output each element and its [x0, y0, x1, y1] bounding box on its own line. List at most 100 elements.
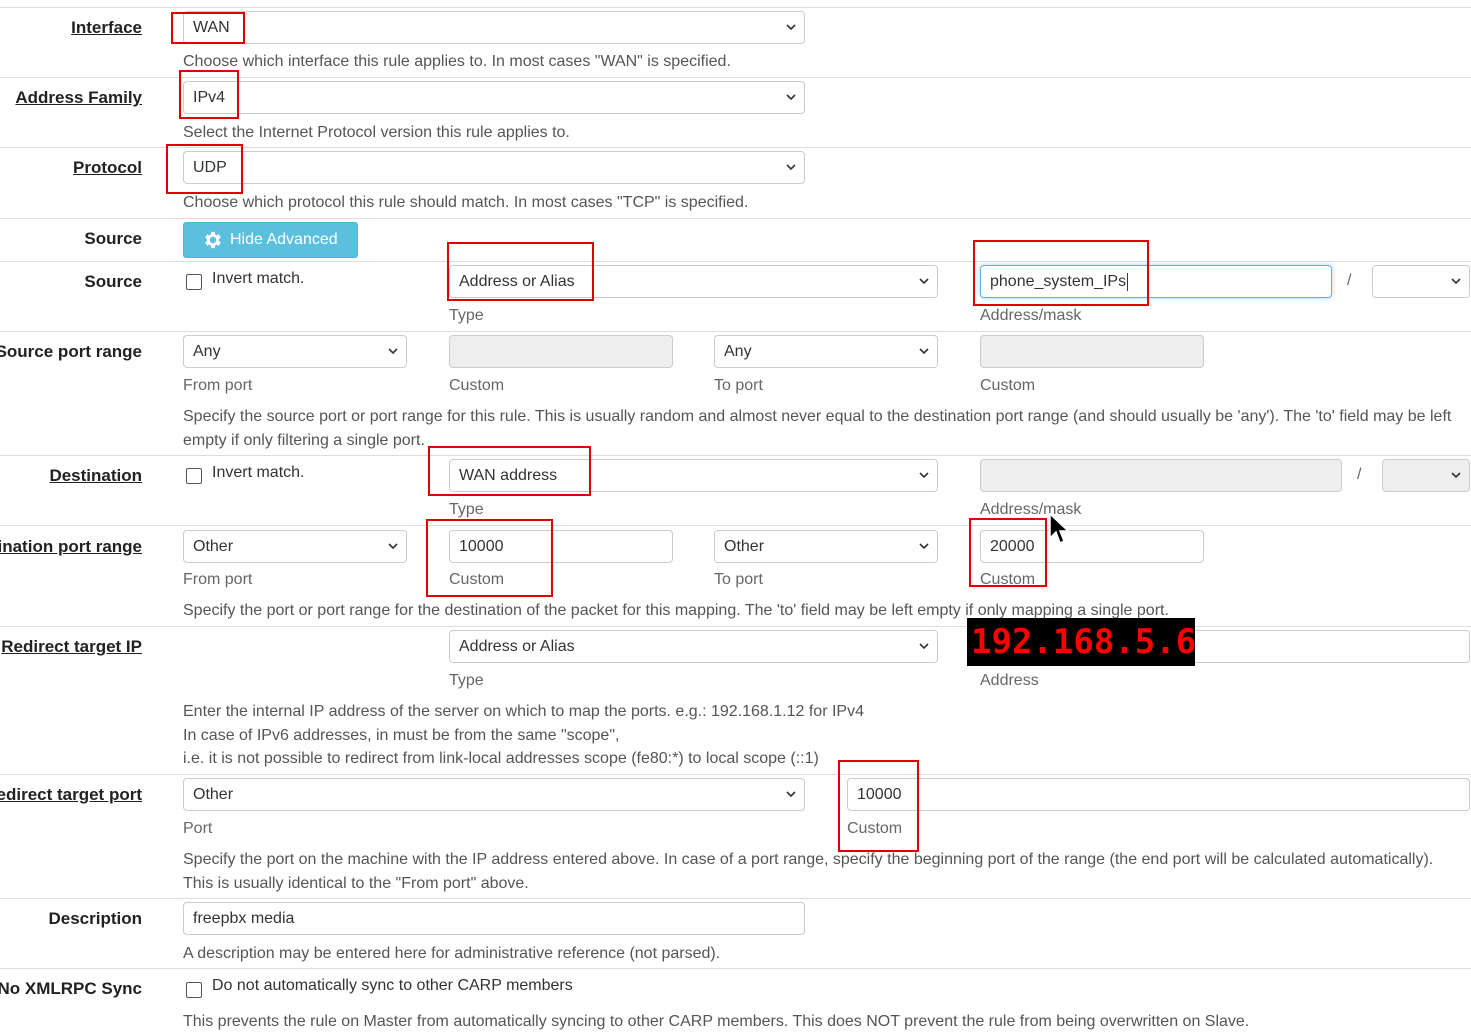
destination-port-range-label[interactable]: ination port range: [0, 537, 142, 557]
description-label: Description: [48, 909, 142, 928]
chevron-down-icon: [1451, 266, 1461, 285]
source-to-port-select[interactable]: Any: [714, 335, 938, 368]
hide-advanced-button[interactable]: Hide Advanced: [183, 222, 358, 258]
highlight-destination-to-custom: [969, 518, 1047, 587]
source-from-port-sublabel: From port: [183, 377, 253, 394]
redirect-target-ip-help-2: In case of IPv6 addresses, in must be fr…: [183, 727, 620, 744]
source-to-custom-sublabel: Custom: [980, 377, 1036, 394]
source-invert-checkbox[interactable]: [186, 274, 202, 290]
source-address-sublabel: Address/mask: [980, 307, 1082, 324]
row-separator: [0, 774, 1471, 775]
redirect-target-port-select[interactable]: Other: [183, 778, 805, 811]
redirect-target-type-sublabel: Type: [449, 672, 484, 689]
protocol-label[interactable]: Protocol: [73, 158, 142, 178]
destination-to-port-sublabel: To port: [714, 571, 763, 588]
chevron-down-icon: [919, 336, 929, 355]
source-mask-select[interactable]: [1372, 265, 1470, 298]
highlight-source-type: [447, 242, 594, 301]
address-family-label[interactable]: Address Family: [15, 88, 142, 108]
address-family-help: Select the Internet Protocol version thi…: [183, 124, 570, 141]
source-to-custom-input[interactable]: [980, 335, 1204, 368]
highlight-source-address: [973, 240, 1149, 306]
no-xmlrpc-sync-label: No XMLRPC Sync: [0, 979, 142, 998]
redirect-target-port-sublabel: Port: [183, 820, 213, 837]
address-family-select[interactable]: IPv4: [183, 81, 805, 114]
redirect-target-type-select[interactable]: Address or Alias: [449, 630, 938, 663]
highlight-destination-from-custom: [426, 519, 553, 597]
source-type-sublabel: Type: [449, 307, 484, 324]
chevron-down-icon: [786, 152, 796, 171]
description-help: A description may be entered here for ad…: [183, 945, 721, 962]
row-separator: [0, 218, 1471, 219]
no-xmlrpc-sync-checkbox-label: Do not automatically sync to other CARP …: [212, 977, 573, 994]
source-port-range-help-1: Specify the source port or port range fo…: [183, 408, 1452, 425]
protocol-help: Choose which protocol this rule should m…: [183, 194, 749, 211]
highlight-interface: [171, 12, 245, 44]
source-to-port-sublabel: To port: [714, 377, 763, 394]
chevron-down-icon: [919, 460, 929, 479]
gear-icon: [202, 229, 224, 264]
highlight-protocol: [166, 144, 243, 194]
redirect-ip-overlay: 192.168.5.6: [967, 618, 1196, 666]
chevron-down-icon: [388, 531, 398, 550]
protocol-select[interactable]: UDP: [183, 151, 805, 184]
destination-label[interactable]: Destination: [49, 466, 142, 486]
redirect-target-ip-help-1: Enter the internal IP address of the ser…: [183, 703, 864, 720]
no-xmlrpc-sync-checkbox[interactable]: [186, 982, 202, 998]
interface-select[interactable]: WAN: [183, 11, 805, 44]
redirect-target-type-value: Address or Alias: [459, 638, 575, 655]
destination-to-port-select[interactable]: Other: [714, 530, 938, 563]
destination-type-sublabel: Type: [449, 501, 484, 518]
no-xmlrpc-sync-help: This prevents the rule on Master from au…: [183, 1013, 1250, 1030]
destination-to-port-value: Other: [724, 538, 765, 555]
destination-from-port-sublabel: From port: [183, 571, 253, 588]
source-invert-label: Invert match.: [212, 270, 305, 287]
row-separator: [0, 331, 1471, 332]
interface-label[interactable]: Interface: [71, 18, 142, 38]
redirect-target-port-value: Other: [193, 786, 234, 803]
row-separator: [0, 455, 1471, 456]
chevron-down-icon: [786, 82, 796, 101]
highlight-destination-type: [428, 446, 591, 496]
redirect-target-custom-input[interactable]: 10000: [847, 778, 1470, 811]
destination-mask-separator: /: [1357, 466, 1362, 483]
source-port-range-help-2: empty if only filtering a single port.: [183, 432, 425, 449]
hide-advanced-label: Hide Advanced: [230, 231, 338, 248]
chevron-down-icon: [919, 531, 929, 550]
redirect-target-port-help-2: This is usually identical to the "From p…: [183, 875, 529, 892]
redirect-target-port-label[interactable]: edirect target port: [0, 785, 142, 805]
description-value: freepbx media: [193, 910, 295, 927]
highlight-address-family: [179, 70, 239, 119]
interface-help: Choose which interface this rule applies…: [183, 53, 731, 70]
source-from-port-value: Any: [193, 343, 221, 360]
redirect-target-port-help-1: Specify the port on the machine with the…: [183, 851, 1434, 868]
chevron-down-icon: [786, 779, 796, 798]
chevron-down-icon: [388, 336, 398, 355]
row-separator: [0, 525, 1471, 526]
destination-mask-select[interactable]: [1382, 459, 1470, 492]
source-advanced-label: Source: [84, 229, 142, 248]
destination-invert-label: Invert match.: [212, 464, 305, 481]
source-port-range-label: Source port range: [0, 342, 142, 361]
source-mask-separator: /: [1347, 272, 1352, 289]
mouse-pointer-icon: [1049, 512, 1071, 552]
row-separator: [0, 626, 1471, 627]
destination-invert-checkbox[interactable]: [186, 468, 202, 484]
destination-address-input[interactable]: [980, 459, 1342, 492]
chevron-down-icon: [919, 266, 929, 285]
chevron-down-icon: [919, 631, 929, 650]
destination-from-port-select[interactable]: Other: [183, 530, 407, 563]
source-label: Source: [84, 272, 142, 291]
redirect-target-ip-label[interactable]: Redirect target IP: [1, 637, 142, 657]
source-from-port-select[interactable]: Any: [183, 335, 407, 368]
row-separator: [0, 968, 1471, 969]
redirect-target-address-sublabel: Address: [980, 672, 1039, 689]
source-from-custom-sublabel: Custom: [449, 377, 505, 394]
source-from-custom-input[interactable]: [449, 335, 673, 368]
chevron-down-icon: [786, 12, 796, 31]
redirect-target-ip-help-3: i.e. it is not possible to redirect from…: [183, 750, 819, 767]
description-input[interactable]: freepbx media: [183, 902, 805, 935]
row-separator: [0, 898, 1471, 899]
row-separator: [0, 7, 1471, 8]
chevron-down-icon: [1451, 460, 1461, 479]
